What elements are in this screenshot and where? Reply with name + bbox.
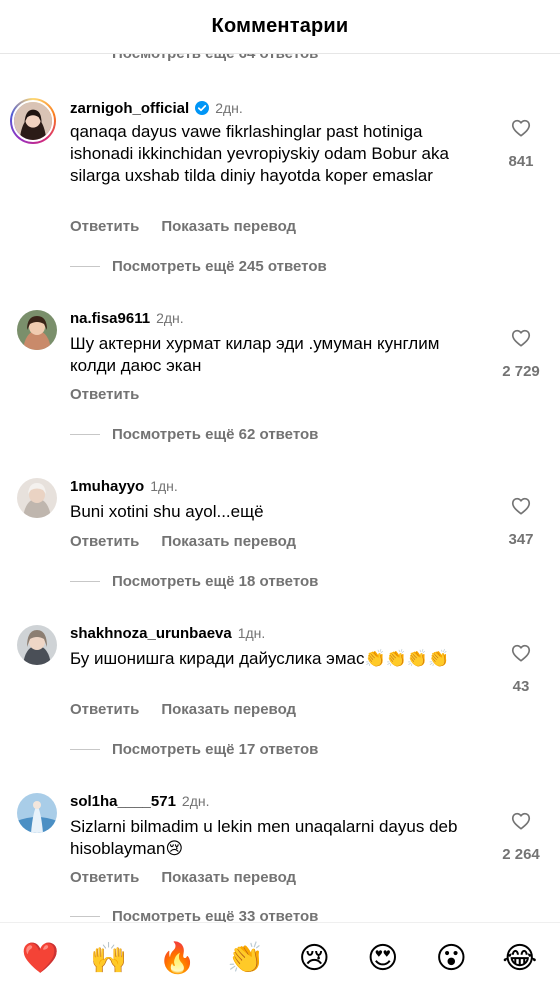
comment-text: Бу ишонишга киради дайуслика эмас👏👏👏👏 — [70, 649, 450, 668]
like-count: 841 — [508, 153, 534, 170]
avatar[interactable] — [10, 98, 56, 144]
heart-icon[interactable] — [498, 642, 544, 664]
comment-text: Sizlarni bilmadim u lekin men unaqalarni… — [70, 817, 458, 858]
reply-button[interactable]: Ответить — [70, 701, 139, 718]
heart-icon[interactable] — [496, 810, 546, 832]
view-replies-label: Посмотреть ещё 33 ответов — [112, 908, 319, 922]
comment-username[interactable]: shakhnoza_urunbaeva — [70, 625, 232, 642]
show-translation-button[interactable]: Показать перевод — [161, 869, 296, 886]
like-count: 2 264 — [502, 846, 540, 863]
comment-time: 2дн. — [156, 310, 184, 326]
view-replies-label: Посмотреть ещё 17 ответов — [112, 741, 319, 758]
comment-text: qanaqa dayus vawe fikrlashinglar past ho… — [70, 122, 449, 185]
view-replies-link[interactable]: Посмотреть ещё 33 ответов — [70, 908, 318, 922]
laughing-face-emoji-button[interactable]: 😂 — [498, 943, 542, 974]
heart-icon[interactable] — [498, 495, 544, 517]
avatar[interactable] — [17, 625, 57, 665]
replies-divider — [70, 749, 100, 750]
comment-text: Buni xotini shu ayol...ещё — [70, 502, 264, 521]
comment-username[interactable]: 1muhayyo — [70, 478, 144, 495]
comment-time: 1дн. — [237, 625, 266, 641]
view-replies-label: Посмотреть ещё 245 ответов — [112, 258, 327, 275]
fire-emoji-button[interactable]: 🔥 — [155, 943, 199, 974]
like-count: 347 — [508, 531, 534, 548]
red-heart-emoji-button[interactable]: ❤️ — [18, 943, 62, 974]
raising-hands-emoji-button[interactable]: 🙌 — [87, 943, 131, 974]
replies-divider — [70, 916, 100, 917]
comment-username[interactable]: sol1ha____571 — [70, 793, 176, 810]
avatar[interactable] — [17, 793, 57, 833]
surprised-face-emoji-button[interactable]: 😮 — [429, 943, 473, 974]
avatar[interactable] — [17, 310, 57, 350]
reply-button[interactable]: Ответить — [70, 869, 139, 886]
show-translation-button[interactable]: Показать перевод — [161, 701, 296, 718]
view-replies-link[interactable]: Посмотреть ещё 62 ответов — [70, 426, 318, 443]
show-translation-button[interactable]: Показать перевод — [161, 533, 296, 550]
reply-button[interactable]: Ответить — [70, 533, 139, 550]
replies-divider — [70, 581, 100, 582]
like-count: 43 — [512, 678, 530, 695]
comments-list[interactable]: Посмотреть ещё 64 ответов zarnigoh_offic… — [0, 0, 560, 922]
heart-eyes-emoji-button[interactable]: 😍 — [361, 943, 405, 974]
header: Комментарии — [0, 0, 560, 54]
replies-divider — [70, 434, 100, 435]
view-replies-link[interactable]: Посмотреть ещё 18 ответов — [70, 573, 318, 590]
reply-button[interactable]: Ответить — [70, 386, 139, 403]
quick-reactions-bar: ❤️ 🙌 🔥 👏 😢 😍 😮 😂 — [0, 922, 560, 994]
heart-icon[interactable] — [496, 327, 546, 349]
comment-username[interactable]: na.fisa9611 — [70, 310, 150, 327]
like-count: 2 729 — [502, 363, 540, 380]
clapping-hands-emoji-button[interactable]: 👏 — [224, 943, 268, 974]
replies-divider — [70, 266, 100, 267]
verified-badge-icon — [195, 101, 210, 115]
avatar[interactable] — [17, 478, 57, 518]
comment-time: 1дн. — [150, 478, 178, 494]
heart-icon[interactable] — [498, 117, 544, 139]
comment-time: 2дн. — [181, 793, 210, 809]
comment-text: Шу актерни хурмат килар эди .умуман кунг… — [70, 334, 440, 375]
crying-face-emoji-button[interactable]: 😢 — [292, 943, 336, 974]
view-replies-label: Посмотреть ещё 62 ответов — [112, 426, 319, 443]
view-replies-label: Посмотреть ещё 18 ответов — [112, 573, 319, 590]
view-replies-link[interactable]: Посмотреть ещё 17 ответов — [70, 741, 318, 758]
show-translation-button[interactable]: Показать перевод — [161, 218, 296, 235]
reply-button[interactable]: Ответить — [70, 218, 139, 235]
comment-username[interactable]: zarnigoh_official — [70, 100, 189, 117]
comment-time: 2дн. — [215, 100, 243, 116]
view-replies-link[interactable]: Посмотреть ещё 245 ответов — [70, 258, 327, 275]
page-title: Комментарии — [211, 15, 349, 37]
